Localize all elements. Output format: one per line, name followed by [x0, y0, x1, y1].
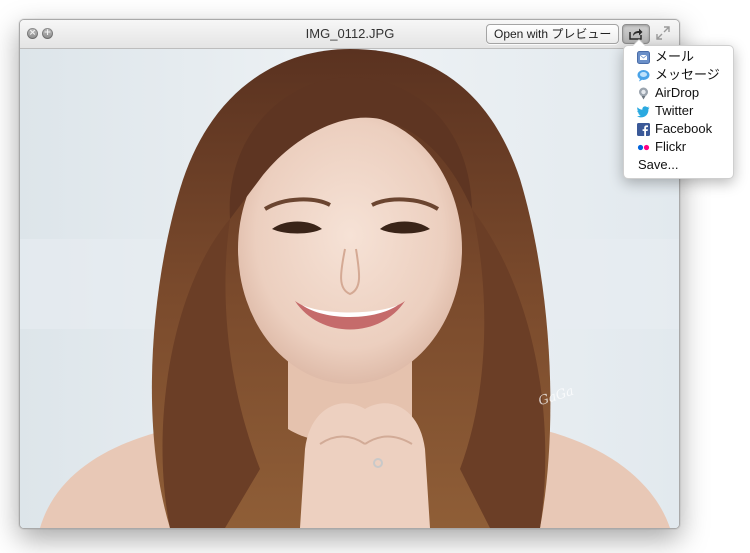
share-menu: メール メッセージ AirDrop Twitter Facebook Flick…	[623, 39, 734, 179]
facebook-icon	[637, 123, 650, 136]
menu-pointer	[632, 39, 646, 46]
share-item-airdrop[interactable]: AirDrop	[624, 84, 733, 102]
quick-look-window: × + IMG_0112.JPG Open with プレビュー GaGa	[19, 19, 680, 529]
quick-look-screen: × + IMG_0112.JPG Open with プレビュー GaGa メー…	[0, 0, 750, 553]
share-item-label: メッセージ	[655, 67, 720, 82]
expand-icon	[656, 26, 670, 40]
airdrop-icon	[639, 87, 648, 100]
mail-icon	[637, 51, 650, 64]
share-item-label: AirDrop	[655, 85, 700, 100]
title-bar: × + IMG_0112.JPG Open with プレビュー	[20, 20, 679, 49]
close-icon: ×	[28, 28, 37, 38]
preview-photo: GaGa	[20, 49, 679, 528]
messages-icon	[637, 70, 650, 82]
share-item-messages[interactable]: メッセージ	[624, 66, 733, 84]
plus-icon: +	[43, 28, 52, 38]
share-item-flickr[interactable]: Flickr	[624, 138, 733, 156]
share-item-save[interactable]: Save...	[624, 156, 733, 174]
window-title: IMG_0112.JPG	[305, 26, 395, 41]
fullscreen-button[interactable]: +	[42, 28, 53, 39]
share-item-label: Save...	[638, 157, 679, 172]
twitter-icon	[637, 106, 650, 118]
share-item-label: Flickr	[655, 139, 687, 154]
share-item-mail[interactable]: メール	[624, 48, 733, 66]
share-item-facebook[interactable]: Facebook	[624, 120, 733, 138]
share-item-twitter[interactable]: Twitter	[624, 102, 733, 120]
portrait-image	[20, 49, 679, 528]
flickr-icon	[637, 144, 650, 151]
open-with-button[interactable]: Open with プレビュー	[486, 24, 620, 44]
share-item-label: Twitter	[655, 103, 694, 118]
expand-button[interactable]	[656, 26, 670, 40]
share-item-label: Facebook	[655, 121, 713, 136]
share-item-label: メール	[655, 49, 695, 64]
close-button[interactable]: ×	[27, 28, 38, 39]
